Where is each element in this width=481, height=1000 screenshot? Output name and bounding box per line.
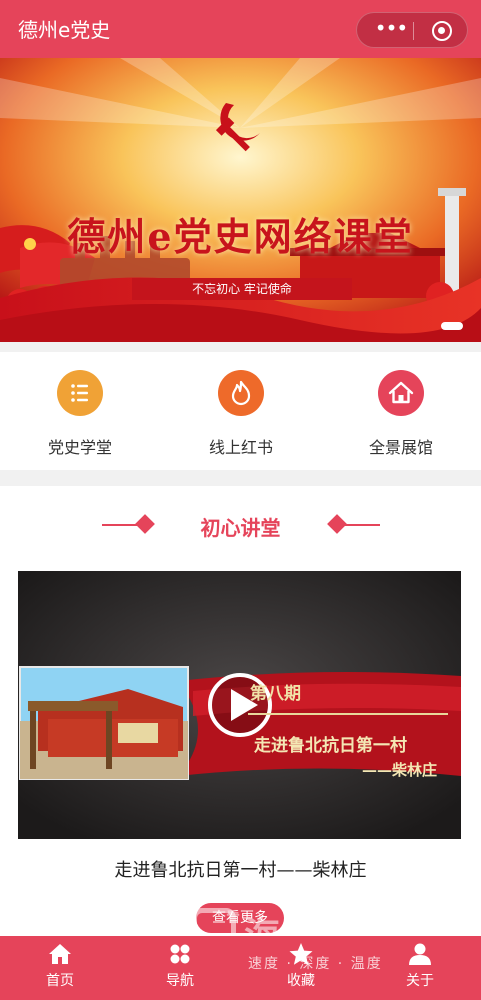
- banner-title: 德州e党史网络课堂: [67, 214, 414, 259]
- grid-icon: [170, 944, 190, 964]
- quick-nav: 党史学堂 线上红书 全景展馆: [0, 352, 481, 470]
- tab-label: 收藏: [287, 973, 315, 989]
- deco-line-right: [342, 524, 380, 526]
- list-icon: [57, 370, 103, 416]
- video-overlay-title: 走进鲁北抗日第一村: [254, 736, 407, 756]
- tab-label: 首页: [46, 973, 74, 989]
- video-overlay-sub: ——柴林庄: [362, 761, 438, 779]
- lecture-section: 初心讲堂 第八期 走进鲁北抗日第一村 ——柴林庄 走进鲁北抗日第一村——柴林庄 …: [0, 486, 481, 946]
- carousel-indicator[interactable]: [441, 322, 463, 330]
- quicknav-label: 线上红书: [208, 438, 273, 457]
- tab-label: 关于: [406, 973, 434, 989]
- section-title: 初心讲堂: [200, 516, 281, 540]
- app-title: 德州e党史: [18, 18, 111, 42]
- user-icon: [409, 943, 431, 965]
- tab-favorites[interactable]: 收藏: [261, 942, 341, 990]
- home-icon: [49, 944, 71, 964]
- video-episode: 第八期: [250, 684, 301, 704]
- video-title[interactable]: 走进鲁北抗日第一村——柴林庄: [0, 856, 481, 882]
- banner-slogan: 不忘初心 牢记使命: [132, 278, 352, 300]
- capsule-divider: [413, 22, 414, 40]
- hero-banner[interactable]: 德州e党史网络课堂 不忘初心 牢记使命: [0, 58, 481, 342]
- tab-about[interactable]: 关于: [380, 942, 460, 990]
- mini-program-capsule: •••: [356, 12, 468, 48]
- tab-nav[interactable]: 导航: [140, 942, 220, 990]
- view-more-button[interactable]: 查看更多: [196, 903, 284, 933]
- quicknav-item-history[interactable]: 党史学堂: [20, 370, 140, 458]
- section-header: 初心讲堂: [0, 510, 481, 540]
- star-icon: [289, 943, 313, 965]
- tab-home[interactable]: 首页: [20, 942, 100, 990]
- flame-icon: [218, 370, 264, 416]
- record-circle-icon[interactable]: [432, 21, 452, 41]
- video-artwork: [18, 571, 461, 839]
- home-icon: [378, 370, 424, 416]
- quicknav-label: 全景展馆: [368, 438, 433, 457]
- more-dots-icon[interactable]: •••: [371, 18, 411, 40]
- quicknav-item-pavilion[interactable]: 全景展馆: [341, 370, 461, 458]
- quicknav-item-redbook[interactable]: 线上红书: [181, 370, 301, 458]
- bottom-tab-bar: 首页 导航 收藏 关于: [0, 936, 481, 1000]
- app-header: 德州e党史 •••: [0, 0, 481, 58]
- tab-label: 导航: [166, 973, 194, 989]
- video-thumbnail[interactable]: 第八期 走进鲁北抗日第一村 ——柴林庄: [18, 571, 461, 839]
- quicknav-label: 党史学堂: [47, 438, 112, 457]
